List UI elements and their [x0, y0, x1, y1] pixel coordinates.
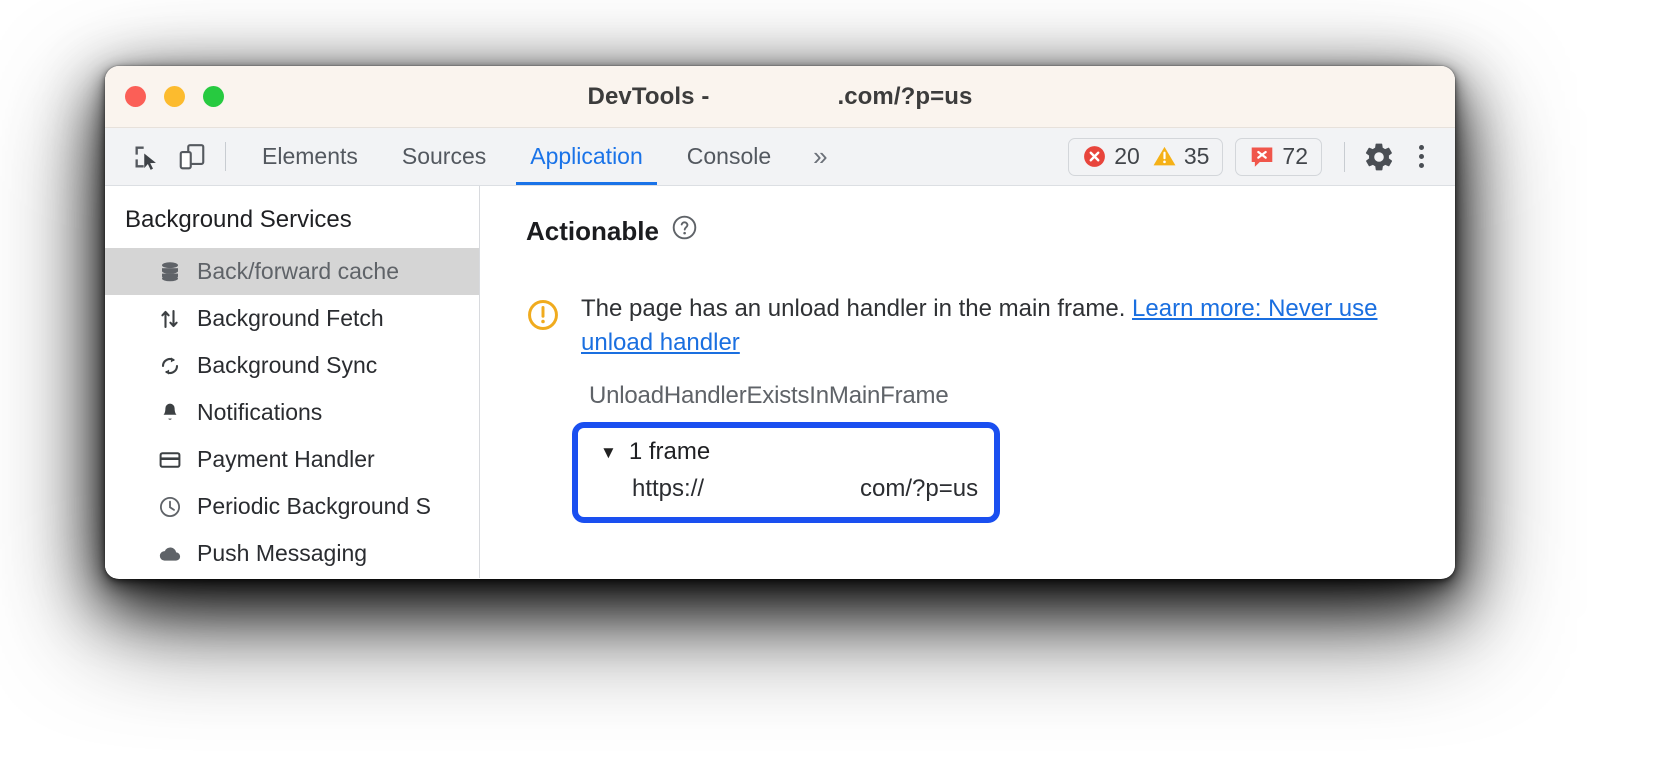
sidebar-item-notifications[interactable]: Notifications — [105, 389, 479, 436]
devtools-window: DevTools - .com/?p=us Elements Sources A… — [105, 66, 1455, 579]
frame-url-suffix: com/?p=us — [860, 475, 979, 503]
toolbar-divider — [225, 142, 226, 171]
section-title-row: Actionable — [526, 214, 1455, 248]
tab-elements[interactable]: Elements — [240, 128, 380, 185]
title-bar: DevTools - .com/?p=us — [105, 66, 1455, 128]
kebab-dot-1 — [1418, 145, 1424, 150]
sync-icon — [157, 353, 183, 379]
sidebar-item-label: Back/forward cache — [197, 258, 399, 284]
error-circle-icon — [1084, 146, 1106, 167]
device-toolbar-icon — [179, 143, 205, 169]
frame-group-toggle[interactable]: ▼ 1 frame — [600, 438, 994, 466]
panel-tabs: Elements Sources Application Console — [240, 128, 793, 185]
issues-counter-group[interactable]: 72 — [1235, 137, 1322, 176]
window-title-prefix: DevTools - — [587, 82, 710, 110]
sidebar-item-periodic-background-sync[interactable]: Periodic Background S — [105, 483, 479, 530]
minimize-window-button[interactable] — [164, 86, 185, 107]
error-count-label: 20 — [1114, 143, 1140, 169]
frame-url-redacted-domain — [704, 475, 860, 503]
warning-triangle-icon — [1153, 146, 1176, 166]
sidebar-item-background-sync[interactable]: Background Sync — [105, 342, 479, 389]
issue-message-icon — [1252, 146, 1273, 167]
sidebar-item-label: Background Fetch — [197, 305, 384, 331]
issue-description: The page has an unload handler in the ma… — [581, 292, 1381, 360]
warning-count-label: 35 — [1183, 143, 1210, 169]
kebab-dot-2 — [1418, 154, 1424, 159]
bfcache-issue-row: The page has an unload handler in the ma… — [526, 292, 1455, 360]
settings-button[interactable] — [1355, 135, 1403, 179]
window-title-suffix: .com/?p=us — [837, 82, 973, 110]
toggle-device-toolbar-button[interactable] — [169, 128, 215, 185]
close-window-button[interactable] — [125, 86, 146, 107]
chevron-down-icon: ▼ — [600, 442, 617, 462]
help-circle-icon[interactable] — [671, 214, 698, 248]
page-title: Actionable — [526, 215, 659, 246]
error-warning-counter-group[interactable]: 20 35 — [1068, 137, 1224, 176]
traffic-light-group — [125, 86, 224, 107]
bfcache-reason-code: UnloadHandlerExistsInMainFrame — [589, 382, 949, 410]
bfcache-main-panel: Actionable The page has an unload handle… — [480, 186, 1455, 578]
maximize-window-button[interactable] — [203, 86, 224, 107]
warning-circle-icon — [526, 298, 560, 337]
sidebar-item-back-forward-cache[interactable]: Back/forward cache — [105, 248, 479, 295]
tab-application[interactable]: Application — [508, 128, 665, 185]
issues-counter[interactable]: 72 — [1249, 143, 1308, 170]
devtools-toolbar: Elements Sources Application Console » 2… — [105, 128, 1455, 186]
sidebar-section-header: Background Services — [125, 206, 352, 233]
window-title: DevTools - .com/?p=us — [105, 83, 1455, 111]
kebab-dot-3 — [1418, 163, 1424, 168]
clock-icon — [157, 494, 183, 520]
sidebar-item-label: Periodic Background S — [197, 493, 431, 519]
arrows-up-down-icon — [157, 306, 183, 332]
frame-url-prefix: https:// — [632, 475, 705, 503]
application-sidebar: Background Services Back/forward cache B… — [105, 186, 480, 578]
gear-icon — [1365, 143, 1393, 170]
more-options-button[interactable] — [1403, 135, 1439, 179]
sidebar-item-background-fetch[interactable]: Background Fetch — [105, 295, 479, 342]
inspect-element-icon — [135, 146, 156, 170]
tab-sources[interactable]: Sources — [380, 128, 508, 185]
sidebar-item-label: Background Sync — [197, 352, 378, 378]
panel-content: Background Services Back/forward cache B… — [105, 186, 1455, 578]
frame-count-label: 1 frame — [628, 438, 711, 466]
cloud-icon — [157, 541, 183, 567]
toolbar-right-group: 20 35 72 — [1068, 128, 1455, 185]
frame-url-row[interactable]: https:// com/?p=us — [632, 475, 994, 503]
inspect-element-button[interactable] — [123, 128, 169, 185]
toolbar-right-divider — [1344, 141, 1345, 172]
error-counter[interactable]: 20 — [1082, 143, 1140, 170]
more-tabs-button[interactable]: » — [793, 128, 847, 185]
bell-icon — [157, 400, 183, 426]
tab-console[interactable]: Console — [665, 128, 793, 185]
sidebar-item-label: Payment Handler — [197, 446, 375, 472]
sidebar-item-payment-handler[interactable]: Payment Handler — [105, 436, 479, 483]
credit-card-icon — [157, 447, 183, 473]
sidebar-item-label: Push Messaging — [197, 540, 368, 566]
warning-counter[interactable]: 35 — [1152, 143, 1210, 170]
database-icon — [157, 259, 183, 285]
issues-count-label: 72 — [1282, 143, 1308, 169]
screenshot-canvas: DevTools - .com/?p=us Elements Sources A… — [0, 0, 1678, 764]
frame-group-highlight-box: ▼ 1 frame https:// com/?p=us — [572, 422, 1000, 524]
sidebar-item-label: Notifications — [197, 399, 323, 425]
issue-message-text: The page has an unload handler in the ma… — [581, 295, 1126, 322]
sidebar-item-push-messaging[interactable]: Push Messaging — [105, 530, 479, 577]
